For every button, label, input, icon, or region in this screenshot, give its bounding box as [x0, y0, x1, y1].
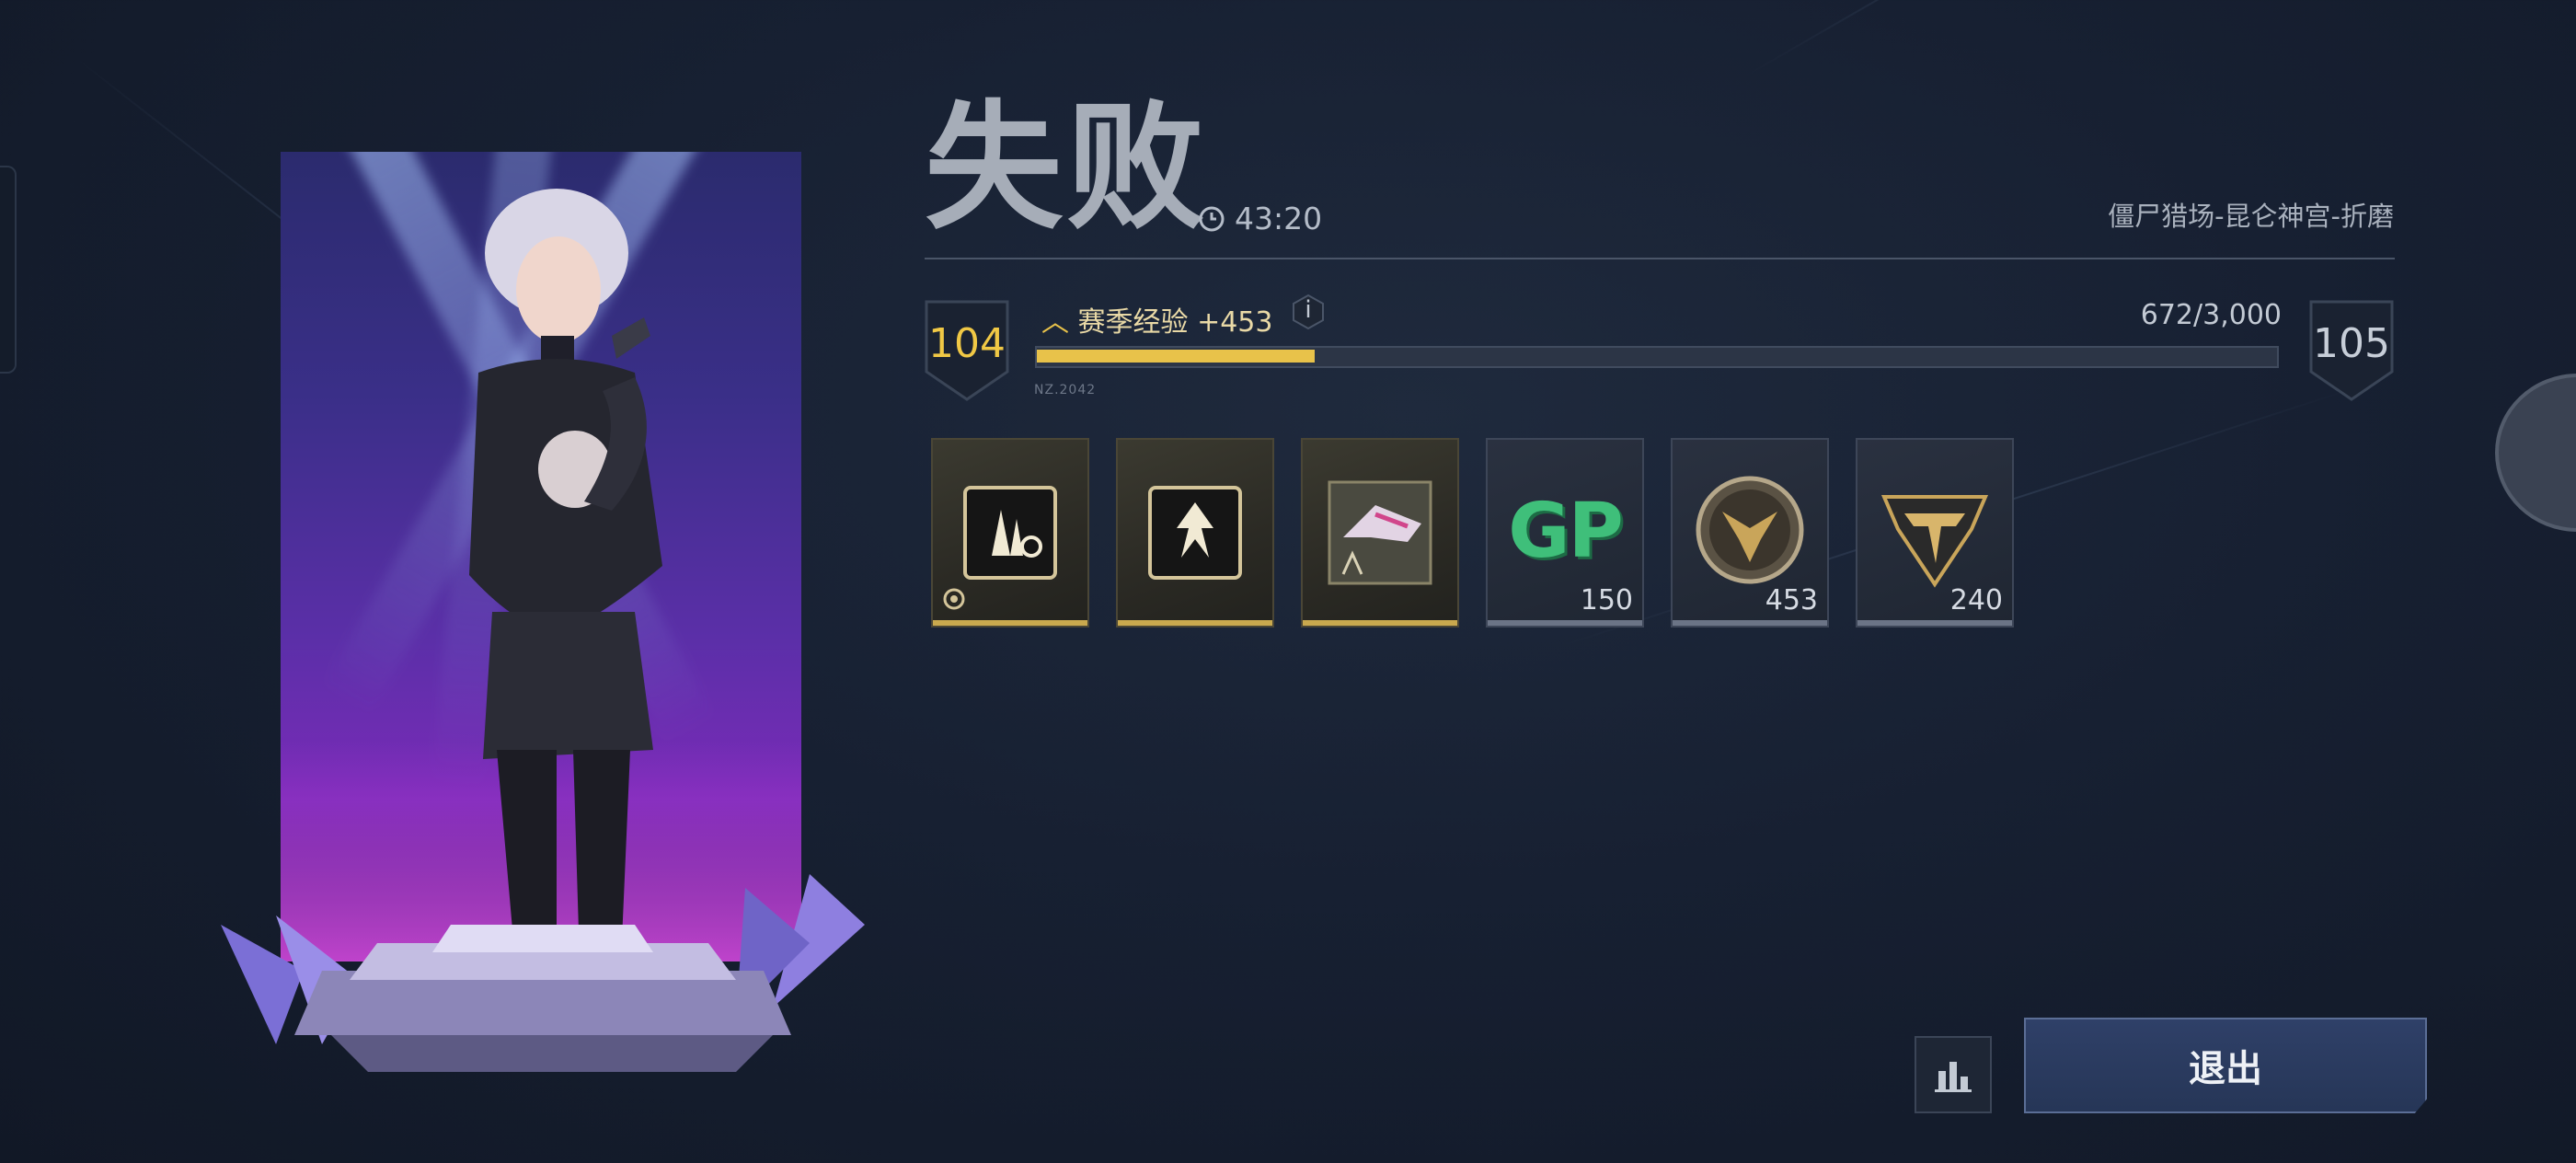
- gear-icon: [943, 588, 965, 610]
- clock-icon: [1199, 206, 1225, 231]
- exit-button-label: 退出: [2189, 1048, 2262, 1090]
- reward-quantity: 240: [1949, 584, 2003, 616]
- decorative-line: [1747, 0, 2306, 75]
- match-time-value: 43:20: [1235, 201, 1323, 236]
- reward-item[interactable]: [1301, 438, 1459, 628]
- bar-chart-icon: [1935, 1062, 1972, 1092]
- rank-badge-icon: [1880, 495, 1989, 588]
- character-pedestal: [221, 874, 865, 1072]
- season-xp-label: ︿ 赛季经验 +453: [1041, 299, 1272, 340]
- reward-item[interactable]: GP 150: [1486, 438, 1644, 628]
- next-level-value: 105: [2313, 320, 2390, 367]
- reward-quantity: 150: [1580, 584, 1633, 616]
- emblem-crate-icon: [1148, 486, 1242, 580]
- weapon-part-crate-icon: [963, 486, 1057, 580]
- next-level-badge: 105: [2309, 300, 2394, 401]
- game-mode-label: 僵尸猎场-昆仑神宫-折磨: [2108, 201, 2394, 232]
- side-action-button[interactable]: [2495, 374, 2576, 532]
- reward-item[interactable]: 240: [1856, 438, 2014, 628]
- xp-progress-bar: [1035, 346, 2279, 368]
- reward-item[interactable]: 453: [1671, 438, 1829, 628]
- side-drawer-tab[interactable]: [0, 166, 17, 374]
- reward-quantity: 453: [1765, 584, 1818, 616]
- reward-item[interactable]: [1116, 438, 1274, 628]
- character-figure: [281, 189, 801, 961]
- season-xp-text: 赛季经验 +453: [1077, 306, 1273, 339]
- exit-button[interactable]: 退出: [2024, 1018, 2427, 1113]
- current-level-badge: 104: [925, 300, 1009, 401]
- match-timer: 43:20: [1198, 201, 1322, 236]
- chevron-up-icon: ︿: [1041, 306, 1069, 339]
- gp-currency-icon: GP: [1508, 488, 1623, 575]
- info-label: i: [1305, 296, 1312, 324]
- season-coin-icon: [1696, 476, 1804, 584]
- xp-progress-fill: [1037, 350, 1315, 363]
- current-level-value: 104: [928, 320, 1006, 367]
- weapon-skin-blueprint-icon: [1328, 480, 1432, 585]
- match-result-title: 失败: [925, 88, 1209, 248]
- title-divider: [925, 258, 2395, 259]
- xp-bar-tag: NZ.2042: [1034, 383, 1097, 397]
- reward-item[interactable]: [931, 438, 1089, 628]
- character-portrait: [281, 152, 801, 961]
- stats-button[interactable]: [1915, 1036, 1992, 1113]
- xp-progress-text: 672/3,000: [2140, 299, 2282, 331]
- xp-info-button[interactable]: i: [1293, 294, 1324, 330]
